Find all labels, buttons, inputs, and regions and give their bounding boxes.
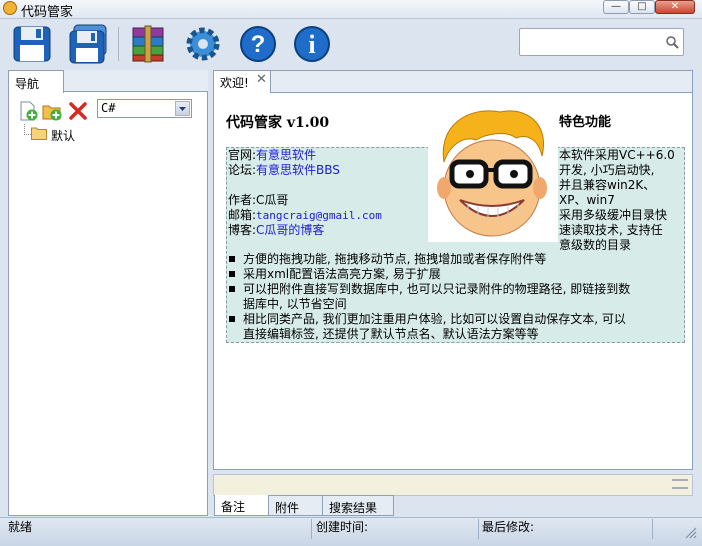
maximize-button[interactable]: □ bbox=[629, 0, 655, 14]
status-divider bbox=[478, 519, 479, 539]
bullet-marker bbox=[229, 256, 235, 262]
forum-label: 论坛: bbox=[228, 163, 257, 177]
info-icon[interactable]: i bbox=[292, 24, 332, 64]
help-icon[interactable]: ? bbox=[238, 24, 278, 64]
forum-row: 论坛:有意思软件BBS bbox=[228, 163, 340, 178]
tree-node-default[interactable]: 默认 bbox=[51, 127, 75, 144]
website-row: 官网:有意思软件 bbox=[228, 148, 316, 163]
language-select[interactable]: C# bbox=[97, 99, 192, 118]
nav-tab-strip bbox=[64, 70, 208, 92]
tab-search-results[interactable]: 搜索结果 bbox=[322, 495, 394, 516]
splitter-handle[interactable] bbox=[672, 479, 688, 489]
save-icon[interactable] bbox=[12, 24, 52, 64]
tab-welcome[interactable]: 欢迎! ✕ bbox=[214, 71, 271, 93]
features-heading: 特色功能 bbox=[559, 115, 612, 130]
bullet-text: 采用xml配置语法高亮方案, 易于扩展 bbox=[243, 267, 441, 281]
archive-icon[interactable] bbox=[128, 24, 168, 64]
mascot-face-image bbox=[437, 110, 547, 237]
website-link[interactable]: 有意思软件 bbox=[256, 148, 316, 162]
tab-attachments-label: 附件 bbox=[275, 501, 300, 515]
window-title: 代码管家 bbox=[21, 5, 74, 20]
tab-notes[interactable]: 备注 bbox=[214, 495, 269, 516]
forum-link[interactable]: 有意思软件BBS bbox=[256, 163, 340, 177]
resize-grip-icon[interactable] bbox=[683, 525, 697, 539]
bottom-panel bbox=[213, 474, 693, 496]
close-button[interactable]: ✕ bbox=[655, 0, 695, 14]
bullet-text: 相比同类产品, 我们更加注重用户体验, 比如可以设置自动保存文本, 可以 bbox=[243, 312, 626, 326]
tab-welcome-label: 欢迎! bbox=[220, 76, 249, 90]
status-divider bbox=[311, 519, 312, 539]
tab-nav-label: 导航 bbox=[15, 77, 40, 91]
svg-text:?: ? bbox=[251, 31, 266, 58]
bullet-text-cont: 据库中, 以节省空间 bbox=[243, 297, 347, 311]
status-modified-label: 最后修改: bbox=[482, 520, 535, 534]
gear-icon[interactable] bbox=[183, 24, 223, 64]
tab-attachments[interactable]: 附件 bbox=[268, 495, 323, 516]
app-logo-icon bbox=[3, 1, 17, 15]
chevron-down-icon[interactable] bbox=[175, 101, 190, 116]
status-created-label: 创建时间: bbox=[316, 520, 369, 534]
content-tab-strip bbox=[270, 71, 692, 93]
feature-line: 意级数的目录 bbox=[559, 238, 632, 252]
bullet-text: 可以把附件直接写到数据库中, 也可以只记录附件的物理路径, 即链接到数 bbox=[243, 282, 631, 296]
status-ready: 就绪 bbox=[8, 520, 33, 534]
search-field[interactable] bbox=[519, 28, 684, 56]
bullet-text: 方便的拖拽功能, 拖拽移动节点, 拖拽增加或者保存附件等 bbox=[243, 252, 547, 266]
title-bar bbox=[0, 0, 702, 19]
close-tab-icon[interactable]: ✕ bbox=[256, 72, 267, 87]
bullet-marker bbox=[229, 271, 235, 277]
tab-search-results-label: 搜索结果 bbox=[329, 501, 378, 515]
language-select-value: C# bbox=[101, 101, 116, 115]
save-all-icon[interactable] bbox=[68, 24, 108, 64]
add-node-icon[interactable] bbox=[18, 101, 38, 121]
page-title: 代码管家 v1.00 bbox=[226, 115, 330, 131]
tab-nav[interactable]: 导航 bbox=[8, 70, 64, 93]
feature-line: 开发, 小巧启动快, bbox=[559, 163, 655, 177]
add-folder-icon[interactable] bbox=[42, 101, 62, 121]
delete-icon[interactable] bbox=[68, 101, 88, 121]
search-input[interactable] bbox=[524, 33, 663, 53]
author-row: 作者:C瓜哥 bbox=[228, 193, 288, 208]
website-label: 官网: bbox=[228, 148, 257, 162]
feature-line: 本软件采用VC++6.0 bbox=[559, 148, 675, 162]
tab-notes-label: 备注 bbox=[221, 500, 246, 514]
bullet-marker bbox=[229, 286, 235, 292]
feature-line: 采用多级缓冲目录快 bbox=[559, 208, 668, 222]
feature-line: XP、win7 bbox=[559, 193, 615, 207]
email-link[interactable]: tangcraig@gmail.com bbox=[256, 209, 382, 222]
author-label: 作者: bbox=[228, 193, 257, 207]
toolbar-separator bbox=[118, 27, 119, 61]
search-icon[interactable] bbox=[665, 35, 679, 49]
blog-link[interactable]: C瓜哥的博客 bbox=[256, 223, 324, 237]
blog-row: 博客:C瓜哥的博客 bbox=[228, 223, 324, 238]
feature-line: 速读取技术, 支持任 bbox=[559, 223, 663, 237]
email-row: 邮箱:tangcraig@gmail.com bbox=[228, 208, 382, 223]
bullet-marker bbox=[229, 316, 235, 322]
svg-text:i: i bbox=[308, 30, 315, 59]
blog-label: 博客: bbox=[228, 223, 257, 237]
author-value: C瓜哥 bbox=[256, 193, 289, 207]
folder-icon bbox=[31, 127, 47, 140]
bullet-text-cont: 直接编辑标签, 还提供了默认节点名、默认语法方案等等 bbox=[243, 327, 539, 341]
status-divider bbox=[652, 519, 653, 539]
feature-line: 并且兼容win2K、 bbox=[559, 178, 656, 192]
minimize-button[interactable]: — bbox=[603, 0, 629, 14]
email-label: 邮箱: bbox=[228, 208, 257, 222]
